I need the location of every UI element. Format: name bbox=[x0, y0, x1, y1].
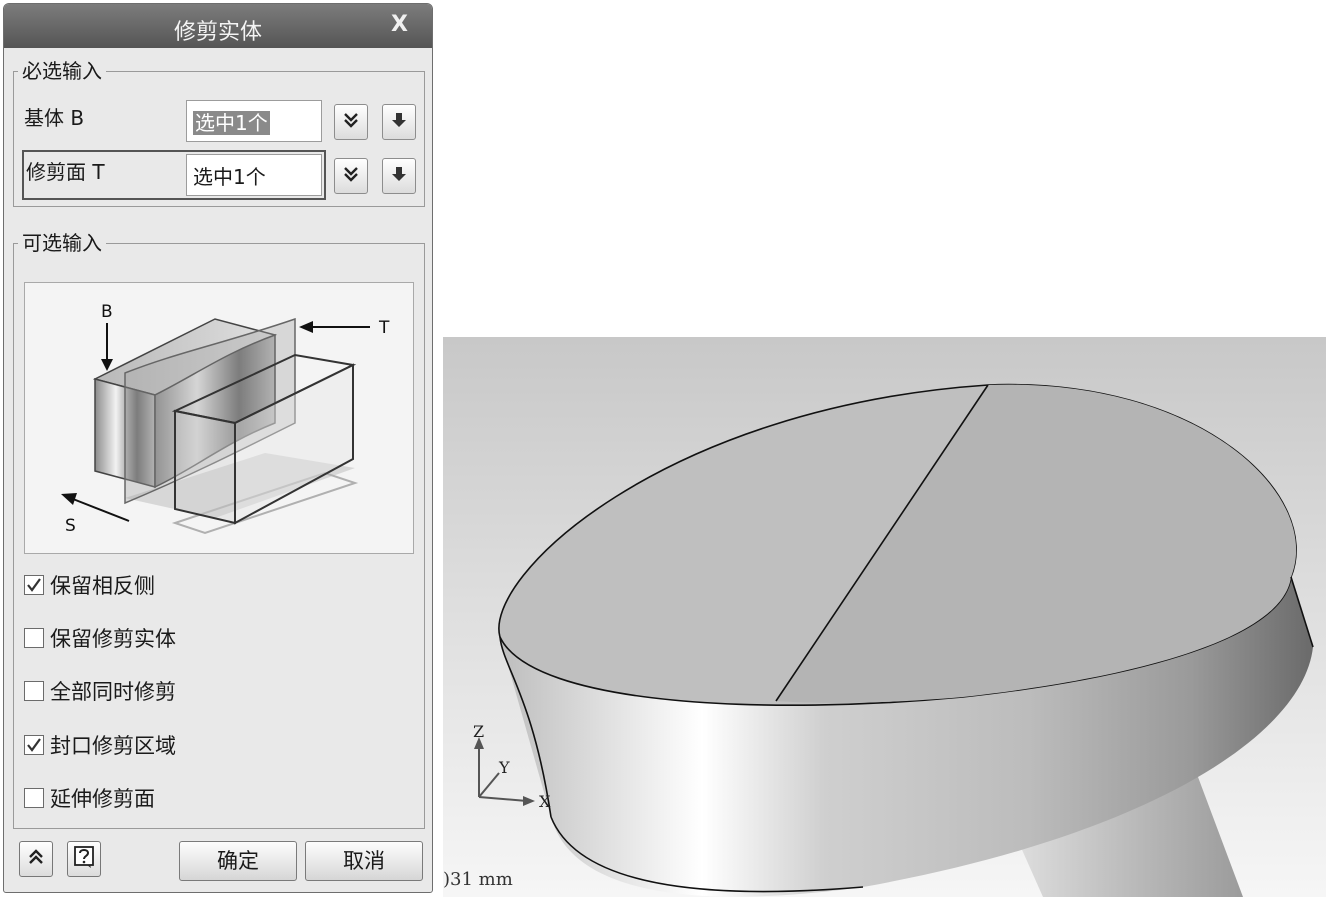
optional-input-group: 可选输入 B T S 保留相反侧 保留修剪实体 全部同时修剪 封口修剪区域 延伸… bbox=[13, 230, 425, 829]
keep-trimmed-solid-label: 保留修剪实体 bbox=[50, 627, 176, 651]
axis-label-y: Y bbox=[498, 758, 510, 777]
base-body-selection-text: 选中1个 bbox=[193, 111, 270, 135]
trim-all-simultaneously-option[interactable]: 全部同时修剪 bbox=[24, 676, 176, 706]
dialog-button-bar: 确定 取消 bbox=[13, 837, 425, 885]
ok-button[interactable]: 确定 bbox=[179, 841, 297, 881]
required-input-group: 必选输入 基体 B 选中1个 修剪面 T 选中1个 bbox=[13, 58, 425, 207]
axis-label-x: X bbox=[539, 792, 551, 811]
trim-face-label: 修剪面 T bbox=[26, 160, 105, 184]
keep-opposite-side-option[interactable]: 保留相反侧 bbox=[24, 570, 155, 600]
axis-label-z: Z bbox=[473, 722, 484, 741]
close-button[interactable]: X bbox=[391, 12, 408, 37]
scale-readout: )31 mm bbox=[443, 869, 513, 890]
help-button[interactable] bbox=[67, 841, 101, 877]
cap-trim-region-checkbox[interactable] bbox=[24, 735, 44, 755]
checkmark-icon bbox=[27, 738, 41, 752]
diagram-label-t: T bbox=[378, 318, 390, 338]
trim-face-down-button[interactable] bbox=[382, 158, 416, 194]
help-icon bbox=[73, 845, 95, 873]
diagram-label-b: B bbox=[101, 302, 113, 322]
trim-solid-dialog: 修剪实体 X 必选输入 基体 B 选中1个 修剪面 T 选中1个 可选输入 B … bbox=[3, 3, 433, 893]
dialog-title: 修剪实体 bbox=[173, 20, 262, 45]
base-body-expand-button[interactable] bbox=[334, 104, 368, 140]
trim-face-selection[interactable]: 选中1个 bbox=[186, 154, 322, 196]
trim-solid-preview-image: B T S bbox=[24, 282, 414, 554]
collapse-button[interactable] bbox=[19, 841, 53, 877]
keep-trimmed-solid-checkbox[interactable] bbox=[24, 628, 44, 648]
extend-trim-face-option[interactable]: 延伸修剪面 bbox=[24, 783, 155, 813]
trim-face-expand-button[interactable] bbox=[334, 158, 368, 194]
base-body-down-button[interactable] bbox=[382, 104, 416, 140]
double-chevron-down-icon bbox=[342, 111, 360, 133]
base-body-label: 基体 B bbox=[24, 106, 85, 130]
trimmed-solid-model: Z Y X bbox=[473, 383, 1314, 897]
trim-all-simultaneously-checkbox[interactable] bbox=[24, 681, 44, 701]
diagram-label-s: S bbox=[65, 516, 76, 536]
double-chevron-down-icon bbox=[342, 165, 360, 187]
trim-all-simultaneously-label: 全部同时修剪 bbox=[50, 680, 176, 704]
required-input-legend: 必选输入 bbox=[18, 58, 106, 84]
optional-input-legend: 可选输入 bbox=[18, 230, 106, 256]
extend-trim-face-label: 延伸修剪面 bbox=[50, 787, 155, 811]
keep-opposite-side-label: 保留相反侧 bbox=[50, 574, 155, 598]
extend-trim-face-checkbox[interactable] bbox=[24, 788, 44, 808]
keep-trimmed-solid-option[interactable]: 保留修剪实体 bbox=[24, 623, 176, 653]
cap-trim-region-label: 封口修剪区域 bbox=[50, 734, 176, 758]
cap-trim-region-option[interactable]: 封口修剪区域 bbox=[24, 730, 176, 760]
checkmark-icon bbox=[27, 578, 41, 592]
model-viewport[interactable]: Z Y X )31 mm bbox=[443, 337, 1326, 897]
keep-opposite-side-checkbox[interactable] bbox=[24, 575, 44, 595]
cancel-button[interactable]: 取消 bbox=[305, 841, 423, 881]
arrow-down-icon bbox=[390, 165, 408, 187]
arrow-down-icon bbox=[390, 111, 408, 133]
base-body-selection[interactable]: 选中1个 bbox=[186, 100, 322, 142]
title-bar[interactable]: 修剪实体 X bbox=[4, 4, 432, 48]
double-chevron-up-icon bbox=[27, 848, 45, 870]
